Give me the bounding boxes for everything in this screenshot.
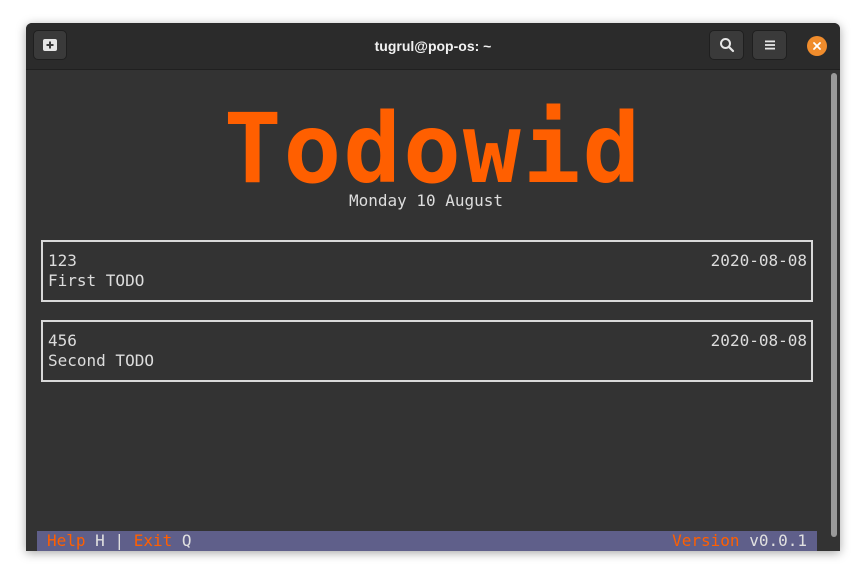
version-label: Version	[672, 531, 740, 550]
todo-item[interactable]: 123 2020-08-08 First TODO	[41, 240, 813, 302]
status-bar-right: Version v0.0.1	[672, 531, 807, 551]
status-bar: Help H | Exit Q Version v0.0.1	[37, 531, 817, 551]
hamburger-menu-icon	[764, 40, 775, 50]
title-bar: tugrul@pop-os: ~	[26, 23, 840, 70]
current-date: Monday 10 August	[348, 191, 504, 210]
exit-label: Exit	[133, 531, 173, 550]
todo-text: First TODO	[48, 271, 145, 290]
new-tab-button[interactable]	[33, 30, 67, 60]
version-value: v0.0.1	[749, 531, 807, 550]
close-button[interactable]	[807, 36, 827, 56]
todo-id: 456	[48, 331, 77, 350]
close-icon	[813, 42, 821, 50]
help-label: Help	[47, 531, 86, 550]
new-tab-icon	[43, 39, 57, 51]
app-logo: Todowid	[223, 93, 643, 205]
terminal-content: Todowid Monday 10 August 123 2020-08-08 …	[26, 69, 840, 551]
menu-button[interactable]	[752, 30, 787, 60]
todo-item[interactable]: 456 2020-08-08 Second TODO	[41, 320, 813, 382]
todo-id: 123	[48, 251, 77, 270]
help-key: H	[95, 531, 105, 550]
search-button[interactable]	[709, 30, 744, 60]
todo-text: Second TODO	[48, 351, 154, 370]
todo-date: 2020-08-08	[710, 251, 807, 270]
exit-key: Q	[181, 531, 192, 550]
todo-date: 2020-08-08	[710, 331, 807, 350]
search-icon	[719, 38, 734, 53]
terminal-window: tugrul@pop-os: ~ Todowid Monday 10 Augus…	[26, 23, 840, 551]
status-separator: |	[114, 531, 125, 550]
scrollbar[interactable]	[831, 73, 837, 537]
status-bar-left: Help H | Exit Q	[47, 531, 192, 551]
